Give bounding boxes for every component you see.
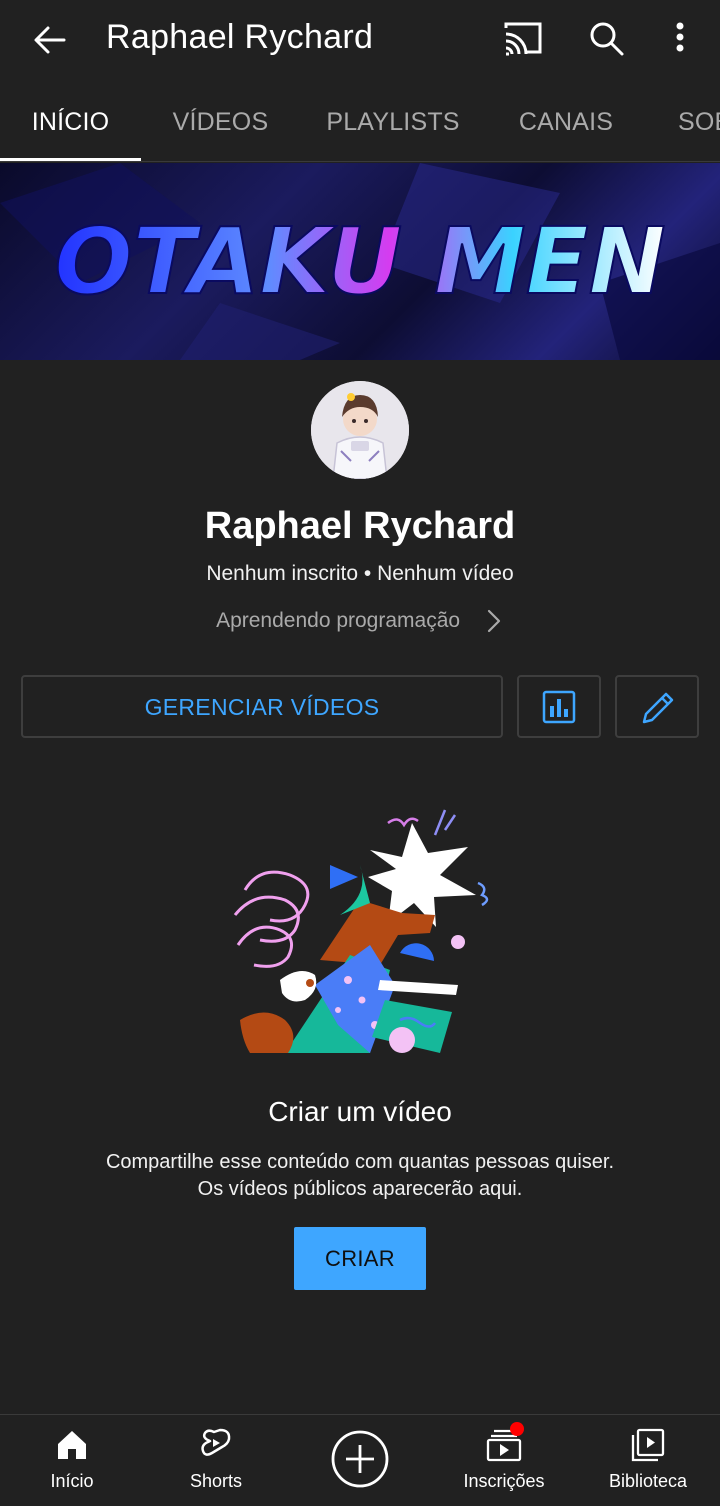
library-icon [631, 1428, 665, 1462]
bottom-navigation: Início Shorts Inscrições Biblioteca [0, 1414, 720, 1505]
manage-videos-button[interactable]: GERENCIAR VÍDEOS [21, 675, 503, 738]
nav-item-create[interactable] [288, 1415, 432, 1506]
shorts-icon [201, 1428, 231, 1456]
avatar-image [311, 381, 409, 479]
search-icon[interactable] [584, 16, 630, 62]
notification-dot [510, 1422, 524, 1436]
app-bar: Raphael Rychard [0, 0, 720, 80]
tab-canais[interactable]: CANAIS [500, 80, 632, 161]
nav-label-biblioteca: Biblioteca [608, 1471, 688, 1491]
more-vert-icon[interactable] [660, 16, 700, 62]
nav-item-inicio[interactable]: Início [0, 1415, 144, 1506]
nav-label-inicio: Início [50, 1471, 94, 1491]
channel-stats: Nenhum inscrito • Nenhum vídeo [206, 562, 514, 585]
home-icon [58, 1431, 86, 1459]
back-arrow-icon[interactable] [28, 18, 72, 62]
analytics-icon [542, 690, 576, 724]
channel-banner: OTAKU MEN [0, 163, 720, 360]
empty-state-description: Compartilhe esse conteúdo com quantas pe… [0, 1149, 720, 1203]
tab-videos[interactable]: VÍDEOS [150, 80, 291, 161]
create-button[interactable]: CRIAR [294, 1227, 426, 1290]
chevron-right-icon [487, 609, 501, 633]
banner-title: OTAKU MEN [54, 208, 665, 315]
channel-description[interactable]: Aprendendo programação [0, 608, 720, 640]
banner-art: OTAKU MEN [0, 163, 720, 360]
tab-sobre[interactable]: SOBRE [660, 80, 720, 161]
channel-description-text: Aprendendo programação [216, 609, 461, 632]
avatar[interactable] [311, 381, 409, 479]
nav-item-shorts[interactable]: Shorts [144, 1415, 288, 1506]
tab-playlists[interactable]: PLAYLISTS [310, 80, 476, 161]
edit-button[interactable] [615, 675, 699, 738]
empty-state-title: Criar um vídeo [268, 1096, 452, 1127]
nav-label-inscricoes: Inscrições [463, 1471, 545, 1491]
tab-inicio[interactable]: INÍCIO [0, 80, 141, 161]
create-plus-icon [331, 1430, 389, 1488]
cast-icon[interactable] [500, 16, 546, 62]
create-video-illustration [233, 809, 489, 1053]
page-title: Raphael Rychard [106, 18, 374, 56]
channel-tabs: INÍCIO VÍDEOS PLAYLISTS CANAIS SOBRE [0, 80, 720, 162]
nav-item-inscricoes[interactable]: Inscrições [432, 1415, 576, 1506]
empty-state-description-line1: Compartilhe esse conteúdo com quantas pe… [105, 1151, 615, 1173]
analytics-button[interactable] [517, 675, 601, 738]
empty-state-description-line2: Os vídeos públicos aparecerão aqui. [197, 1178, 523, 1200]
channel-name: Raphael Rychard [204, 505, 516, 547]
nav-item-biblioteca[interactable]: Biblioteca [576, 1415, 720, 1506]
nav-label-shorts: Shorts [189, 1471, 243, 1491]
edit-pencil-icon [642, 692, 674, 724]
